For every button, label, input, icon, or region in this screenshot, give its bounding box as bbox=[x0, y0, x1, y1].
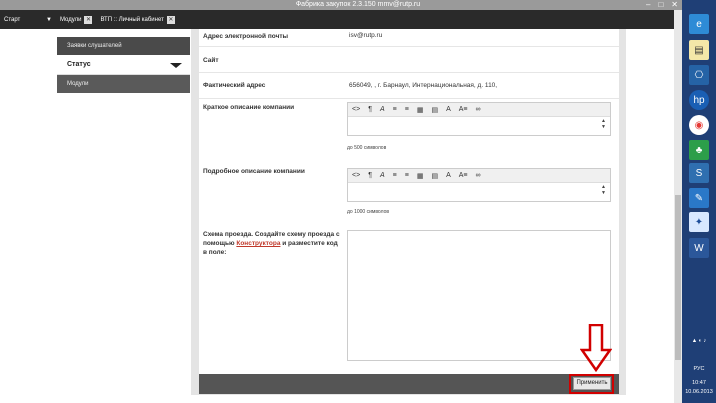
italic-icon[interactable]: A bbox=[380, 106, 385, 113]
chrome-icon[interactable]: ◉ bbox=[689, 115, 709, 135]
vertical-scrollbar[interactable] bbox=[674, 10, 682, 403]
source-code-icon[interactable]: <> bbox=[352, 172, 360, 179]
table-icon[interactable]: ▦ bbox=[417, 106, 424, 114]
top-menu-bar: Старт ▼ Модули ✕ ВТП :: Личный кабинет ✕ bbox=[0, 10, 674, 29]
format-icon[interactable]: A≡ bbox=[459, 106, 468, 113]
triangle-down-icon bbox=[170, 63, 182, 68]
editor-toolbar: <> ¶ A ≡ ≡ ▦ ▤ A A≡ ∞ bbox=[348, 103, 610, 117]
app-icon[interactable]: ✦ bbox=[689, 212, 709, 232]
window-title-bar: Фабрика закупок 2.3.150 mmv@rutp.ru – □ … bbox=[0, 0, 716, 10]
profile-form: Адрес электронной почты isv@rutp.ru Сайт… bbox=[199, 29, 619, 374]
address-label: Фактический адрес bbox=[203, 82, 266, 89]
address-row: Фактический адрес 656049, , г. Барнаул, … bbox=[199, 73, 619, 99]
hp-icon[interactable]: hp bbox=[689, 90, 709, 110]
format-icon[interactable]: A≡ bbox=[459, 172, 468, 179]
tab-label: Модули bbox=[59, 16, 82, 23]
tab-cabinet[interactable]: ВТП :: Личный кабинет ✕ bbox=[100, 15, 175, 24]
word-icon[interactable]: W bbox=[689, 238, 709, 258]
short-description-textarea[interactable]: ▲ ▼ bbox=[348, 117, 610, 135]
tab-modules[interactable]: Модули ✕ bbox=[59, 15, 93, 24]
short-description-hint: до 500 символов bbox=[347, 145, 387, 151]
long-description-editor[interactable]: <> ¶ A ≡ ≡ ▦ ▤ A A≡ ∞ ▲ ▼ bbox=[347, 168, 611, 202]
paragraph-icon[interactable]: ¶ bbox=[368, 106, 372, 113]
sidebar-item-label: Заявки слушателей bbox=[67, 43, 122, 49]
explorer-icon[interactable]: ▤ bbox=[689, 40, 709, 60]
sidebar-item-modules[interactable]: Модули bbox=[57, 75, 190, 93]
address-value: 656049, , г. Барнаул, Интернациональная,… bbox=[349, 82, 498, 89]
italic-icon[interactable]: A bbox=[380, 172, 385, 179]
table-icon[interactable]: ▦ bbox=[417, 172, 424, 180]
short-description-editor[interactable]: <> ¶ A ≡ ≡ ▦ ▤ A A≡ ∞ ▲ ▼ bbox=[347, 102, 611, 136]
form-footer bbox=[199, 374, 619, 394]
source-code-icon[interactable]: <> bbox=[352, 106, 360, 113]
editor-toolbar: <> ¶ A ≡ ≡ ▦ ▤ A A≡ ∞ bbox=[348, 169, 610, 183]
maximize-icon[interactable]: □ bbox=[658, 0, 663, 10]
scroll-arrows-icon[interactable]: ▲ ▼ bbox=[601, 184, 606, 196]
align-icon[interactable]: ≡ bbox=[405, 172, 409, 179]
media-icon[interactable]: ▤ bbox=[431, 106, 438, 114]
sidebar-item-label: Статус bbox=[67, 61, 91, 68]
close-tab-icon[interactable]: ✕ bbox=[84, 15, 93, 24]
scroll-arrows-icon[interactable]: ▲ ▼ bbox=[601, 118, 606, 130]
long-description-hint: до 1000 символов bbox=[347, 209, 390, 215]
short-description-label: Краткое описание компании bbox=[203, 104, 295, 111]
align-icon[interactable]: ≡ bbox=[405, 106, 409, 113]
app-icon[interactable]: ✎ bbox=[689, 188, 709, 208]
start-menu-button[interactable]: Старт bbox=[4, 17, 44, 23]
close-tab-icon[interactable]: ✕ bbox=[166, 15, 175, 24]
tab-label: ВТП :: Личный кабинет bbox=[100, 16, 164, 23]
sidebar: Заявки слушателей Статус Модули bbox=[57, 37, 190, 93]
constructor-link[interactable]: Конструктора bbox=[236, 240, 280, 247]
sidebar-item-requests[interactable]: Заявки слушателей bbox=[57, 37, 190, 55]
window-title: Фабрика закупок 2.3.150 mmv@rutp.ru bbox=[295, 1, 421, 8]
clock-time[interactable]: 10:47 bbox=[682, 380, 716, 386]
sidebar-item-status[interactable]: Статус bbox=[57, 55, 190, 75]
network-icon[interactable]: ⎔ bbox=[689, 65, 709, 85]
list-icon[interactable]: ≡ bbox=[393, 106, 397, 113]
app-icon[interactable]: ♣ bbox=[689, 140, 709, 160]
link-icon[interactable]: ∞ bbox=[476, 172, 481, 179]
skype-icon[interactable]: S bbox=[689, 163, 709, 183]
long-description-label: Подробное описание компании bbox=[203, 168, 305, 175]
close-icon[interactable]: ✕ bbox=[671, 0, 678, 10]
email-label: Адрес электронной почты bbox=[203, 33, 289, 40]
site-row: Сайт bbox=[199, 47, 619, 73]
clock-date[interactable]: 10.06.2013 bbox=[682, 389, 716, 395]
map-code-textarea[interactable] bbox=[347, 230, 611, 361]
long-description-textarea[interactable]: ▲ ▼ bbox=[348, 183, 610, 201]
list-icon[interactable]: ≡ bbox=[393, 172, 397, 179]
sidebar-item-label: Модули bbox=[67, 81, 89, 87]
red-arrow-down-icon bbox=[580, 324, 612, 372]
windows-taskbar: e ▤ ⎔ hp ◉ ♣ S ✎ ✦ W ▲ ◐ ♪ РУС 10:47 10.… bbox=[682, 0, 716, 403]
email-value: isv@rutp.ru bbox=[349, 32, 383, 39]
text-color-icon[interactable]: A bbox=[446, 106, 451, 113]
paragraph-icon[interactable]: ¶ bbox=[368, 172, 372, 179]
chevron-down-icon[interactable]: ▼ bbox=[46, 17, 52, 23]
media-icon[interactable]: ▤ bbox=[431, 172, 438, 180]
link-icon[interactable]: ∞ bbox=[476, 106, 481, 113]
window-controls: – □ ✕ bbox=[646, 0, 678, 10]
scrollbar-thumb[interactable] bbox=[675, 195, 681, 360]
map-scheme-label: Схема проезда. Создайте схему проезда с … bbox=[203, 230, 341, 257]
site-label: Сайт bbox=[203, 57, 219, 64]
start-label: Старт bbox=[4, 16, 21, 23]
apply-button[interactable]: Применить bbox=[573, 377, 611, 390]
tray-icons: ▲ ◐ ♪ bbox=[691, 338, 707, 344]
email-row: Адрес электронной почты isv@rutp.ru bbox=[199, 29, 619, 47]
input-language[interactable]: РУС bbox=[682, 366, 716, 372]
text-color-icon[interactable]: A bbox=[446, 172, 451, 179]
minimize-icon[interactable]: – bbox=[646, 0, 650, 10]
ie-icon[interactable]: e bbox=[689, 14, 709, 34]
